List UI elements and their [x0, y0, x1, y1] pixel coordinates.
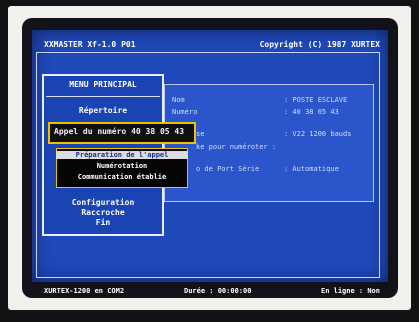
- title-bar: XXMASTER Xf-1.0 P01 Copyright (C) 1987 X…: [36, 38, 384, 52]
- app-name: XXMASTER Xf-1.0 P01: [44, 40, 136, 49]
- field-label: ke pour numéroter :: [196, 143, 277, 151]
- menu-item-repertoire[interactable]: Répertoire: [42, 106, 164, 115]
- field-serial-port: o de Port Série : Automatique: [196, 165, 339, 173]
- status-duration: Durée : 00:00:00: [184, 287, 252, 295]
- status-bar: XURTEX-1200 en COM2 Durée : 00:00:00 En …: [36, 285, 384, 297]
- field-speed: se : V22 1200 bauds: [196, 130, 351, 138]
- menu-divider: [46, 96, 160, 97]
- field-number: Numéro : 40 38 05 43: [172, 108, 339, 116]
- menu-item-fin[interactable]: Fin: [42, 218, 164, 227]
- field-name: Nom : POSTE ESCLAVE: [172, 96, 347, 104]
- status-online: En ligne : Non: [320, 287, 380, 295]
- status-device: XURTEX-1200 en COM2: [44, 287, 125, 295]
- field-dial-mode: ke pour numéroter :: [196, 143, 276, 151]
- menu-item-raccroche[interactable]: Raccroche: [42, 208, 164, 217]
- field-label: se: [196, 130, 205, 138]
- field-value: : POSTE ESCLAVE: [284, 96, 348, 104]
- field-value: : 40 38 05 43: [284, 108, 339, 116]
- field-label: Nom: [172, 96, 185, 104]
- dial-popup-title: Appel du numéro 40 38 05 43: [54, 127, 185, 136]
- menu-item-configuration[interactable]: Configuration: [42, 198, 164, 207]
- copyright-notice: Copyright (C) 1987 XURTEX: [259, 40, 380, 49]
- menu-title: MENU PRINCIPAL: [69, 80, 137, 89]
- field-label: o de Port Série: [196, 165, 260, 173]
- field-label: Numéro: [172, 108, 198, 116]
- step-communication[interactable]: Communication établie: [56, 173, 188, 181]
- field-value: : V22 1200 bauds: [284, 130, 352, 138]
- field-value: : Automatique: [284, 165, 339, 173]
- step-preparation[interactable]: Préparation de l'appel: [56, 151, 188, 159]
- step-numerotation[interactable]: Numérotation: [56, 162, 188, 170]
